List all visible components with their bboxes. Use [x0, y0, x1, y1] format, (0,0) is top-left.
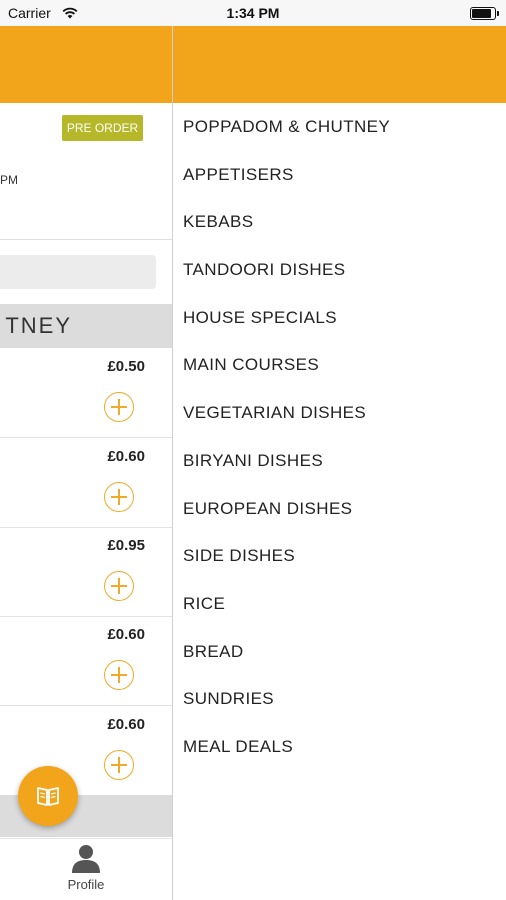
restaurant-header	[0, 26, 172, 103]
menu-item-row: £0.50	[0, 348, 172, 438]
item-price: £0.50	[107, 358, 145, 375]
item-price: £0.60	[107, 626, 145, 643]
menu-book-icon	[37, 787, 59, 806]
category-item[interactable]: MEAL DEALS	[173, 723, 506, 771]
item-price: £0.95	[107, 537, 145, 554]
tab-profile-label: Profile	[67, 877, 105, 892]
category-item[interactable]: BIRYANI DISHES	[173, 437, 506, 485]
category-item[interactable]: SUNDRIES	[173, 675, 506, 723]
add-icon[interactable]	[104, 660, 134, 690]
category-item[interactable]: RICE	[173, 580, 506, 628]
category-menu-panel: POPPADOM & CHUTNEY APPETISERS KEBABS TAN…	[172, 26, 506, 900]
restaurant-screen: PRE ORDER PM TNEY £0.50 £0.60 £0.95 £0.6…	[0, 26, 172, 900]
category-item[interactable]: KEBABS	[173, 198, 506, 246]
menu-item-row: £0.60	[0, 616, 172, 706]
category-item[interactable]: POPPADOM & CHUTNEY	[173, 103, 506, 151]
opening-hours-fragment: PM	[0, 173, 18, 187]
category-list: POPPADOM & CHUTNEY APPETISERS KEBABS TAN…	[173, 103, 506, 771]
divider	[0, 239, 172, 240]
category-item[interactable]: MAIN COURSES	[173, 341, 506, 389]
menu-panel-header	[173, 26, 506, 103]
add-icon[interactable]	[104, 750, 134, 780]
menu-fab-button[interactable]	[18, 766, 78, 826]
category-header: TNEY	[0, 304, 172, 348]
preorder-badge[interactable]: PRE ORDER	[62, 115, 143, 141]
item-price: £0.60	[107, 716, 145, 733]
tab-bar: Profile	[0, 838, 172, 900]
category-item[interactable]: TANDOORI DISHES	[173, 246, 506, 294]
item-price: £0.60	[107, 448, 145, 465]
menu-item-row: £0.95	[0, 527, 172, 617]
category-item[interactable]: VEGETARIAN DISHES	[173, 389, 506, 437]
add-icon[interactable]	[104, 571, 134, 601]
category-item[interactable]: HOUSE SPECIALS	[173, 294, 506, 342]
category-item[interactable]: EUROPEAN DISHES	[173, 485, 506, 533]
status-bar: Carrier 1:34 PM	[0, 0, 506, 26]
profile-icon	[72, 845, 100, 873]
search-input[interactable]	[0, 255, 156, 289]
add-icon[interactable]	[104, 482, 134, 512]
menu-item-row: £0.60	[0, 438, 172, 528]
category-item[interactable]: BREAD	[173, 628, 506, 676]
add-icon[interactable]	[104, 392, 134, 422]
battery-icon	[470, 7, 499, 20]
category-item[interactable]: APPETISERS	[173, 151, 506, 199]
tab-profile[interactable]: Profile	[40, 839, 132, 899]
category-item[interactable]: SIDE DISHES	[173, 532, 506, 580]
category-header-label: TNEY	[5, 313, 72, 338]
status-time: 1:34 PM	[226, 5, 280, 21]
